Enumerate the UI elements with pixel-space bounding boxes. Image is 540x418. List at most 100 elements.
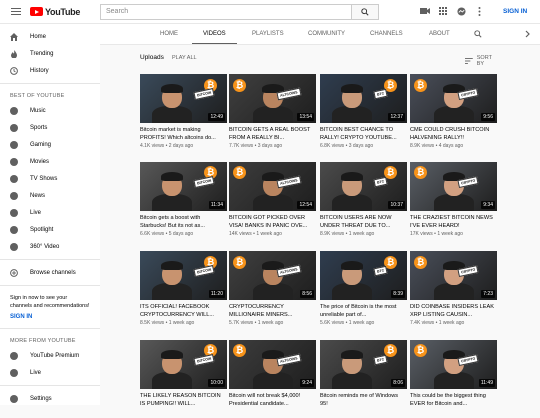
- sidebar-item-movies[interactable]: Movies: [0, 153, 100, 170]
- sidebar-item-home[interactable]: Home: [0, 28, 100, 45]
- video-title[interactable]: THE CRAZIEST BITCOIN NEWS I'VE EVER HEAR…: [410, 215, 497, 230]
- video-thumbnail[interactable]: ₿ BTC 8:39: [320, 251, 407, 300]
- video-thumbnail[interactable]: ₿ CRYPTO 7:23: [410, 251, 497, 300]
- video-thumbnail[interactable]: ₿ CRYPTO 9:34: [410, 162, 497, 211]
- sidebar-item-live-more[interactable]: Live: [0, 364, 100, 381]
- video-card[interactable]: ₿ CRYPTO 9:56 CME COULD CRUSH BITCOIN HALVE…: [410, 74, 497, 152]
- sidebar-item-history[interactable]: History: [0, 62, 100, 79]
- video-card[interactable]: ₿ BITCOIN 12:49 Bitcoin market is making PR…: [140, 74, 227, 152]
- video-title[interactable]: Bitcoin gets a boost with Starbucks! But…: [140, 215, 227, 230]
- video-card[interactable]: ₿ BITCOIN 11:20 ITS OFFICIAL! FACEBOOK CRYP…: [140, 251, 227, 329]
- video-title[interactable]: The price of Bitcoin is the most unrelia…: [320, 304, 407, 319]
- tab-community[interactable]: COMMUNITY: [308, 24, 345, 44]
- presenter-image: [152, 350, 192, 389]
- video-views: 8.5K views: [140, 320, 165, 326]
- messages-icon[interactable]: [456, 6, 466, 16]
- video-card[interactable]: ₿ CRYPTO 9:34 THE CRAZIEST BITCOIN NEWS I'V…: [410, 162, 497, 240]
- video-title[interactable]: BITCOIN GETS A REAL BOOST FROM A REALLY …: [229, 127, 316, 142]
- video-thumbnail[interactable]: ₿ ALTCOINS 9:24: [229, 340, 316, 389]
- tab-videos[interactable]: VIDEOS: [192, 24, 237, 44]
- bitcoin-logo-icon: ₿: [414, 79, 427, 92]
- video-title[interactable]: CRYPTOCURRENCY MILLIONAIRE MINERS...: [229, 304, 316, 319]
- presenter-image: [152, 261, 192, 300]
- sidebar-item-music[interactable]: Music: [0, 102, 100, 119]
- video-thumbnail[interactable]: ₿ BTC 10:37: [320, 162, 407, 211]
- sidebar-item-browse-channels[interactable]: Browse channels: [0, 264, 100, 281]
- sidebar-item-gaming[interactable]: Gaming: [0, 136, 100, 153]
- video-thumbnail[interactable]: ₿ BTC 12:37: [320, 74, 407, 123]
- sidebar-item-label: Live: [30, 209, 42, 216]
- sidebar-item-youtube-premium[interactable]: YouTube Premium: [0, 347, 100, 364]
- sidebar-item-sports[interactable]: Sports: [0, 119, 100, 136]
- video-card[interactable]: ₿ BITCOIN 11:34 Bitcoin gets a boost with S…: [140, 162, 227, 240]
- create-video-icon[interactable]: [420, 6, 430, 16]
- video-age: 1 week ago: [437, 231, 463, 237]
- video-title[interactable]: BITCOIN USERS ARE NOW UNDER THREAT DUE T…: [320, 215, 407, 230]
- video-thumbnail[interactable]: ₿ CRYPTO 9:56: [410, 74, 497, 123]
- video-card[interactable]: ₿ ALTCOINS 9:24 Bitcoin will not break $4,0…: [229, 340, 316, 418]
- sidebar-item-news[interactable]: News: [0, 187, 100, 204]
- channel-search-button[interactable]: [474, 24, 482, 44]
- video-thumbnail[interactable]: ₿ BITCOIN 11:34: [140, 162, 227, 211]
- sidebar-sign-in-button[interactable]: SIGN IN: [0, 314, 100, 324]
- video-thumbnail[interactable]: ₿ ALTCOINS 12:54: [229, 162, 316, 211]
- video-card[interactable]: ₿ BTC 10:37 BITCOIN USERS ARE NOW UNDER THR…: [320, 162, 407, 240]
- video-duration: 8:56: [300, 290, 314, 298]
- tabs-next-button[interactable]: [525, 24, 530, 44]
- video-thumbnail[interactable]: ₿ ALTCOINS 8:56: [229, 251, 316, 300]
- video-thumbnail[interactable]: ₿ ALTCOINS 13:54: [229, 74, 316, 123]
- video-views: 6.8K views: [320, 143, 345, 149]
- video-thumbnail[interactable]: ₿ CRYPTO 11:49: [410, 340, 497, 389]
- video-thumbnail[interactable]: ₿ BTC 8:06: [320, 340, 407, 389]
- sidebar-item-360-video[interactable]: 360° Video: [0, 238, 100, 255]
- video-title[interactable]: CME COULD CRUSH BITCOIN HALVENING RALLY!…: [410, 127, 497, 142]
- video-title[interactable]: THE LIKELY REASON BITCOIN IS PUMPING!! W…: [140, 393, 227, 408]
- sidebar-item-live[interactable]: Live: [0, 204, 100, 221]
- sidebar-item-trending[interactable]: Trending: [0, 45, 100, 62]
- tab-channels[interactable]: CHANNELS: [370, 24, 403, 44]
- video-title[interactable]: This could be the biggest thing EVER for…: [410, 393, 497, 408]
- video-title[interactable]: Bitcoin market is making PROFITS! Which …: [140, 127, 227, 142]
- uploads-title: Uploads: [140, 54, 164, 61]
- video-views: 7.4K views: [410, 320, 435, 326]
- tab-home[interactable]: HOME: [160, 24, 178, 44]
- video-thumbnail[interactable]: ₿ BITCOIN 10:00: [140, 340, 227, 389]
- video-card[interactable]: ₿ BITCOIN 10:00 THE LIKELY REASON BITCOIN I…: [140, 340, 227, 418]
- search-input[interactable]: Search: [100, 4, 352, 20]
- video-age: 1 week ago: [348, 320, 375, 326]
- video-title[interactable]: ITS OFFICIAL! FACEBOOK CRYPTOCURRENCY WI…: [140, 304, 227, 319]
- sign-in-button[interactable]: SIGN IN: [503, 8, 527, 15]
- video-thumbnail[interactable]: ₿ BITCOIN 11:20: [140, 251, 227, 300]
- more-options-icon[interactable]: [474, 6, 484, 16]
- sort-by-button[interactable]: SORT BY: [465, 55, 500, 67]
- video-card[interactable]: ₿ CRYPTO 11:49 This could be the biggest th…: [410, 340, 497, 418]
- play-all-button[interactable]: PLAY ALL: [172, 55, 197, 61]
- video-card[interactable]: ₿ BTC 12:37 BITCOIN BEST CHANCE TO RALLY! C…: [320, 74, 407, 152]
- sidebar-item-settings[interactable]: Settings: [0, 390, 100, 407]
- hamburger-menu-icon[interactable]: [11, 7, 21, 16]
- video-card[interactable]: ₿ ALTCOINS 8:56 CRYPTOCURRENCY MILLIONAIRE …: [229, 251, 316, 329]
- video-title[interactable]: Bitcoin will not break $4,000! President…: [229, 393, 316, 408]
- presenter-image: [332, 261, 372, 300]
- video-duration: 8:06: [391, 379, 405, 387]
- tab-playlists[interactable]: PLAYLISTS: [252, 24, 284, 44]
- video-title[interactable]: DID COINBASE INSIDERS LEAK XRP LISTING C…: [410, 304, 497, 319]
- video-views: 5.6K views: [320, 320, 345, 326]
- video-title[interactable]: Bitcoin reminds me of Windows 95!: [320, 393, 407, 408]
- search-button[interactable]: [352, 4, 379, 20]
- video-title[interactable]: BITCOIN GOT PICKED OVER VISA! BANKS IN P…: [229, 215, 316, 230]
- tab-about[interactable]: ABOUT: [429, 24, 450, 44]
- video-card[interactable]: ₿ ALTCOINS 13:54 BITCOIN GETS A REAL BOOST …: [229, 74, 316, 152]
- youtube-logo[interactable]: YouTube: [30, 7, 80, 17]
- sidebar-item-label: Movies: [30, 158, 50, 165]
- sidebar-item-spotlight[interactable]: Spotlight: [0, 221, 100, 238]
- video-thumbnail[interactable]: ₿ BITCOIN 12:49: [140, 74, 227, 123]
- video-card[interactable]: ₿ BTC 8:39 The price of Bitcoin is the most…: [320, 251, 407, 329]
- video-card[interactable]: ₿ CRYPTO 7:23 DID COINBASE INSIDERS LEAK XR…: [410, 251, 497, 329]
- video-title[interactable]: BITCOIN BEST CHANCE TO RALLY! CRYPTO YOU…: [320, 127, 407, 142]
- apps-grid-icon[interactable]: [438, 6, 448, 16]
- sidebar-item-tv-shows[interactable]: TV Shows: [0, 170, 100, 187]
- bitcoin-logo-icon: ₿: [414, 256, 427, 269]
- video-card[interactable]: ₿ ALTCOINS 12:54 BITCOIN GOT PICKED OVER VI…: [229, 162, 316, 240]
- video-card[interactable]: ₿ BTC 8:06 Bitcoin reminds me of Windows 95…: [320, 340, 407, 418]
